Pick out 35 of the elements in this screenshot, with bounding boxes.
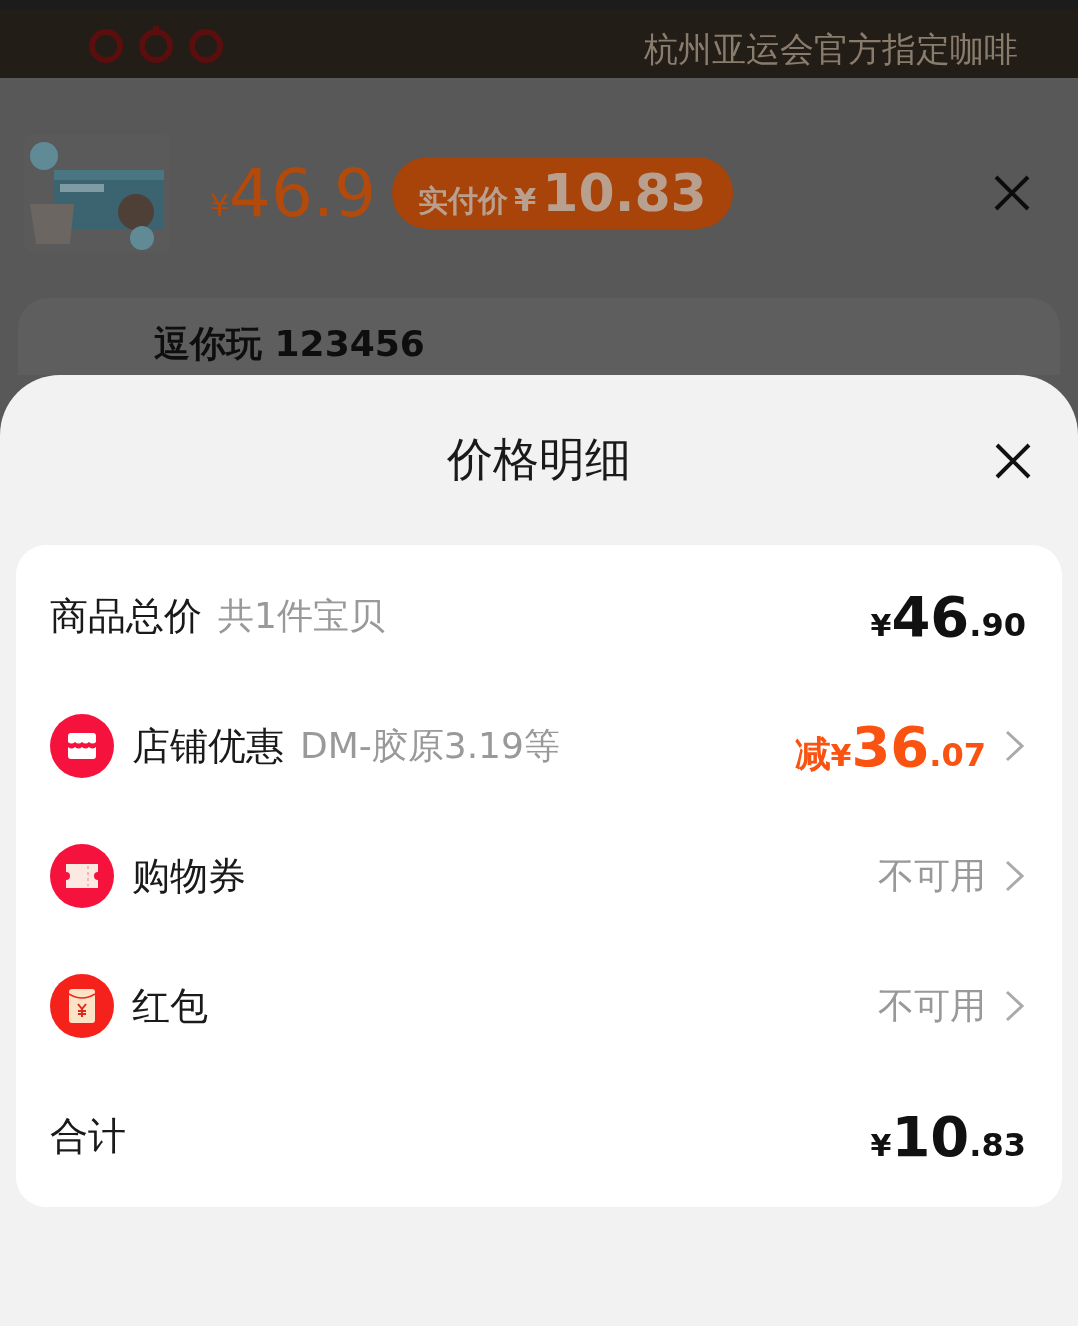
currency-symbol: ¥ [514,181,537,219]
banner-title: 杭州亚运会官方指定咖啡 [644,28,1018,71]
chevron-right-icon [1004,989,1026,1023]
badge-label: 实付价 [418,182,509,220]
status-text: 不可用 [878,853,986,898]
currency-symbol: ¥ [830,737,852,773]
row-label: 合计 [50,1112,126,1160]
amount-decimal: .83 [969,1125,1026,1164]
currency-symbol: ¥ [870,607,892,643]
row-note: DM-胶原3.19等 [300,723,560,768]
amount-integer: 10 [891,1103,970,1169]
chevron-right-icon [1004,859,1026,893]
currency-symbol: ¥ [210,187,230,223]
row-label: 店铺优惠 [132,722,284,770]
row-note: 共1件宝贝 [218,593,385,638]
row-label: 购物券 [132,852,246,900]
close-icon[interactable] [994,442,1032,480]
sheet-title: 价格明细 [447,431,631,488]
ticket-icon [50,844,114,908]
amount-integer: 36 [851,713,930,779]
final-price: 10.83 [542,163,707,223]
amount-decimal: .07 [929,735,986,774]
row-label: 商品总价 [50,592,202,640]
currency-symbol: ¥ [870,1127,892,1163]
amount-decimal: .90 [969,605,1026,644]
envelope-icon [50,974,114,1038]
amount-integer: 46 [891,583,970,649]
product-price: 46.9 [229,154,377,232]
row-label: 红包 [132,982,208,1030]
shop-name: 逗你玩 123456 [154,323,425,364]
chevron-right-icon [1004,729,1026,763]
discount-prefix: 减 [794,731,831,776]
store-icon [50,714,114,778]
logo-icon [86,24,226,64]
status-text: 不可用 [878,983,986,1028]
